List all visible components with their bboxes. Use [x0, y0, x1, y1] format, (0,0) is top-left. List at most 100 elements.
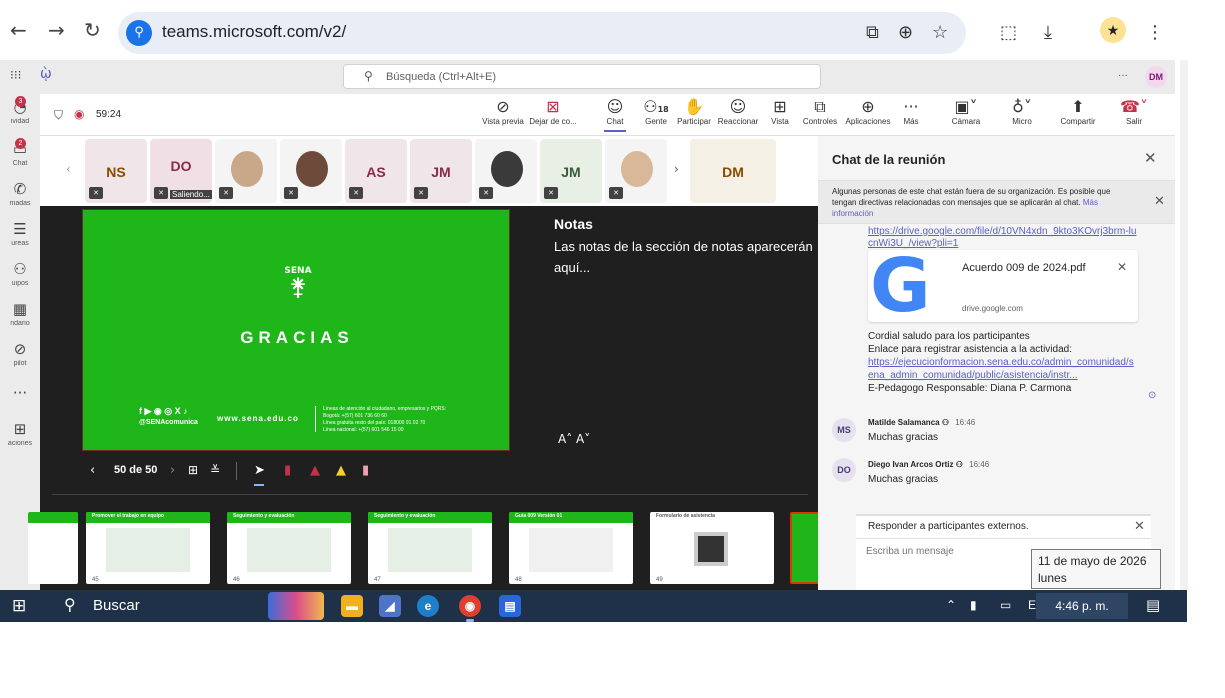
search-icon[interactable]: ⚲ [64, 595, 76, 614]
next-slide-icon[interactable]: › [170, 463, 175, 478]
slide-thumbnail[interactable]: Promover el trabajo en equipo 45 [86, 512, 210, 584]
taskbar-search[interactable]: Buscar [93, 597, 140, 614]
participant-tile[interactable]: AS ✕ [345, 139, 407, 203]
pen-icon[interactable]: ▲ [310, 463, 320, 478]
scrollbar[interactable] [1180, 60, 1188, 590]
grid-icon[interactable]: ⊞ [188, 463, 198, 477]
mic-button[interactable]: ♁˅ Micro [1002, 97, 1042, 126]
participant-tile[interactable]: DO Saliendo... ✕ [150, 139, 212, 203]
rail-item-tasks[interactable]: ☰ ureas [0, 220, 40, 247]
message-input[interactable] [866, 546, 1026, 557]
file-explorer-icon[interactable]: ▬ [341, 595, 363, 617]
store-icon[interactable]: ▤ [499, 595, 521, 617]
participant-tile[interactable]: ✕ [475, 139, 537, 203]
edge-icon[interactable]: e [417, 595, 439, 617]
shield-icon[interactable]: ⛉ [54, 108, 63, 123]
react-button[interactable]: ☺ Reaccionar [716, 97, 760, 126]
preview-button[interactable]: ⊘ Vista previa [480, 97, 526, 126]
slide-thumbnail[interactable] [28, 512, 78, 584]
forward-icon[interactable]: → [48, 18, 65, 42]
avatar[interactable]: DO [832, 458, 856, 482]
more-options-icon[interactable]: ··· [1118, 70, 1128, 81]
rail-item-chat[interactable]: ▭ 2 Chat [0, 138, 40, 167]
extensions-icon[interactable]: ⬚ [1000, 22, 1017, 43]
taskbar-clock[interactable]: 4:46 p. m. [1036, 593, 1128, 619]
close-icon[interactable]: ✕ [1144, 149, 1157, 167]
rail-item-apps[interactable]: ⊞ aciones [0, 420, 40, 447]
notes-font-size-controls[interactable]: A˄ A˅ [558, 432, 590, 446]
teams-header: ⁝⁝⁝ ῲ ⚲ Búsqueda (Ctrl+Alt+E) ··· DM [0, 60, 1180, 94]
rail-item-more[interactable]: ··· [0, 384, 40, 402]
participant-tile[interactable]: ✕ [280, 139, 342, 203]
stop-sharing-button[interactable]: ⊠ Dejar de co... [528, 97, 578, 126]
widgets-icon[interactable] [268, 592, 324, 620]
slide-thumbnail-current[interactable] [790, 512, 820, 584]
slide-thumbnail[interactable]: Seguimiento y evaluación 47 [368, 512, 492, 584]
camera-button[interactable]: ▣˅ Cámara [946, 97, 986, 126]
search-input[interactable]: ⚲ Búsqueda (Ctrl+Alt+E) [343, 64, 821, 89]
file-close-icon[interactable]: ✕ [1117, 260, 1127, 274]
raise-hand-button[interactable]: ✋ Participar [676, 97, 712, 126]
rail-item-teams[interactable]: ⚇ uipos [0, 260, 40, 287]
profile-icon[interactable]: ★ [1100, 17, 1126, 43]
chat-button[interactable]: ☺ Chat [600, 97, 630, 132]
banner-close-icon[interactable]: ✕ [1154, 194, 1165, 209]
network-icon[interactable]: ▭ [1000, 598, 1011, 612]
reply-close-icon[interactable]: ✕ [1134, 519, 1145, 534]
slide-counter: 50 de 50 [114, 464, 158, 476]
sliders-icon[interactable]: ≚ [210, 463, 220, 477]
participant-tile[interactable]: JM ✕ [540, 139, 602, 203]
self-tile[interactable]: DM [690, 139, 776, 203]
reload-icon[interactable]: ↻ [84, 18, 101, 42]
chat-badge: 2 [15, 138, 26, 149]
site-info-icon[interactable]: ⚲ [126, 20, 152, 46]
browser-menu-icon[interactable]: ⋮ [1146, 22, 1164, 43]
apps-button[interactable]: ⊕ Aplicaciones [844, 97, 892, 126]
people-button[interactable]: ⚇18 Gente [640, 97, 672, 126]
rail-item-copilot[interactable]: ⊘ pilot [0, 340, 40, 367]
teams-icon: ⚇ [13, 260, 27, 278]
install-app-icon[interactable]: ⧉ [866, 22, 879, 43]
phone-icon: ✆ [13, 180, 27, 198]
slide-thumbnail[interactable]: Guía 009 Versión 01 48 [509, 512, 633, 584]
participant-tile[interactable]: ✕ [605, 139, 667, 203]
social-icons: f ▶ ◉ ◎ X ♪ [139, 406, 188, 416]
windows-start-icon[interactable]: ⊞ [12, 596, 26, 616]
back-icon[interactable]: ← [10, 18, 27, 42]
strip-next-icon[interactable]: › [674, 162, 679, 176]
eraser-icon[interactable]: ▮ [362, 463, 369, 478]
prev-slide-icon[interactable]: ‹ [90, 463, 95, 478]
rail-item-activity[interactable]: ◔ 3 ividad [0, 96, 40, 125]
file-attachment-card[interactable]: G Acuerdo 009 de 2024.pdf ✕ drive.google… [868, 249, 1138, 323]
leave-button[interactable]: ☎˅ Salir [1114, 97, 1154, 126]
chrome-icon[interactable]: ◉ [459, 595, 481, 617]
slide-thumbnail[interactable]: Formulario de asistencia 49 [650, 512, 774, 584]
tray-chevron-icon[interactable]: ⌃ [946, 598, 956, 612]
notification-icon[interactable]: ▤ [1146, 596, 1160, 614]
rail-item-calendar[interactable]: ▦ ndario [0, 300, 40, 327]
app-launcher-icon[interactable]: ⁝⁝⁝ [10, 68, 21, 82]
bookmark-star-icon[interactable]: ☆ [932, 22, 948, 43]
participant-tile[interactable]: ✕ [215, 139, 277, 203]
attendance-link[interactable]: https://ejecucionformacion.sena.edu.co/a… [868, 356, 1138, 382]
strip-prev-icon[interactable]: ‹ [66, 162, 71, 176]
pointer-icon[interactable]: ➤ [254, 463, 265, 478]
download-icon[interactable]: ⤓ [1044, 22, 1052, 43]
more-button[interactable]: ··· Más [900, 97, 922, 126]
controls-button[interactable]: ⧉ Controles [800, 97, 840, 126]
app-icon[interactable]: ◢ [379, 595, 401, 617]
rail-item-calls[interactable]: ✆ madas [0, 180, 40, 207]
address-bar[interactable]: ⚲ teams.microsoft.com/v2/ [118, 12, 966, 54]
highlighter-icon[interactable]: ▲ [336, 463, 346, 478]
laser-icon[interactable]: ▮ [284, 463, 291, 478]
tray-app-icon[interactable]: ▮ [970, 598, 977, 612]
slide-thumbnail[interactable]: Seguimiento y evaluación 46 [227, 512, 351, 584]
share-button[interactable]: ⬆ Compartir [1056, 97, 1100, 126]
participant-tile[interactable]: NS ✕ [85, 139, 147, 203]
avatar[interactable]: MS [832, 418, 856, 442]
view-button[interactable]: ⊞ Vista [766, 97, 794, 126]
participant-tile[interactable]: JM ✕ [410, 139, 472, 203]
user-avatar[interactable]: DM [1145, 66, 1167, 88]
zoom-icon[interactable]: ⊕ [898, 22, 913, 43]
url-text[interactable]: teams.microsoft.com/v2/ [162, 22, 346, 42]
